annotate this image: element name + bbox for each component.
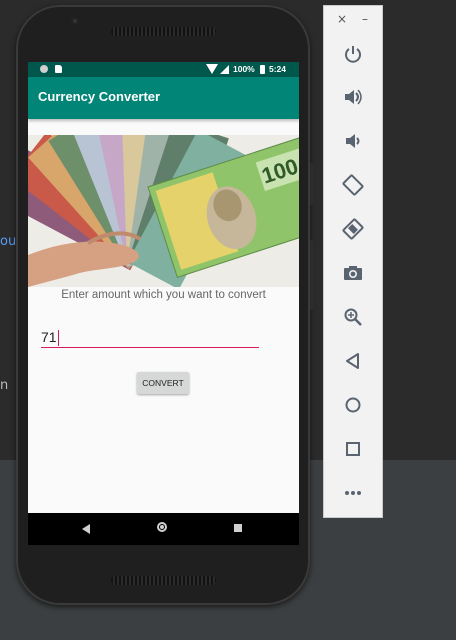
app-title: Currency Converter [38,89,161,104]
volume-side-button[interactable] [310,240,314,310]
emulator-toolbar: × – [323,5,383,518]
rotate-left-icon[interactable] [338,171,368,199]
battery-percent: 100% [233,64,255,74]
volume-up-icon[interactable] [338,83,368,111]
minimize-icon[interactable]: – [362,12,368,26]
device-screen: 100% 5:24 Currency Converter 100 Enter a… [28,62,299,545]
battery-icon [260,65,265,74]
navigation-bar [28,513,299,545]
amount-input[interactable] [41,328,259,348]
status-bar: 100% 5:24 [28,62,299,77]
power-side-button[interactable] [310,163,314,205]
zoom-icon[interactable] [338,303,368,331]
currency-banner-image: 100 [28,135,299,287]
wifi-icon [206,64,218,74]
signal-icon [220,65,229,74]
more-icon[interactable] [338,479,368,507]
camera-icon[interactable] [338,259,368,287]
banknotes-fan-illustration: 100 [28,135,299,287]
phone-frame: 100% 5:24 Currency Converter 100 Enter a… [16,5,314,605]
home-icon[interactable] [338,391,368,419]
bottom-speaker [111,576,216,585]
overview-icon[interactable] [338,435,368,463]
notification-dot-icon [40,65,48,73]
text-caret [58,330,59,346]
amount-hint-label: Enter amount which you want to convert [61,289,266,301]
back-icon[interactable] [82,524,90,534]
app-bar: Currency Converter [28,77,299,119]
volume-down-icon[interactable] [338,127,368,155]
front-camera [71,17,79,25]
convert-button[interactable]: CONVERT [137,372,189,394]
back-icon[interactable] [338,347,368,375]
status-time: 5:24 [269,64,287,74]
recents-icon[interactable] [234,524,242,532]
close-icon[interactable]: × [337,12,347,26]
top-speaker [111,27,216,36]
ide-text-fragment-2: n [0,378,9,393]
rotate-right-icon[interactable] [338,215,368,243]
sd-card-icon [55,65,62,73]
ide-text-fragment: ou [0,234,17,249]
home-icon[interactable] [157,522,167,532]
power-icon[interactable] [338,40,368,68]
